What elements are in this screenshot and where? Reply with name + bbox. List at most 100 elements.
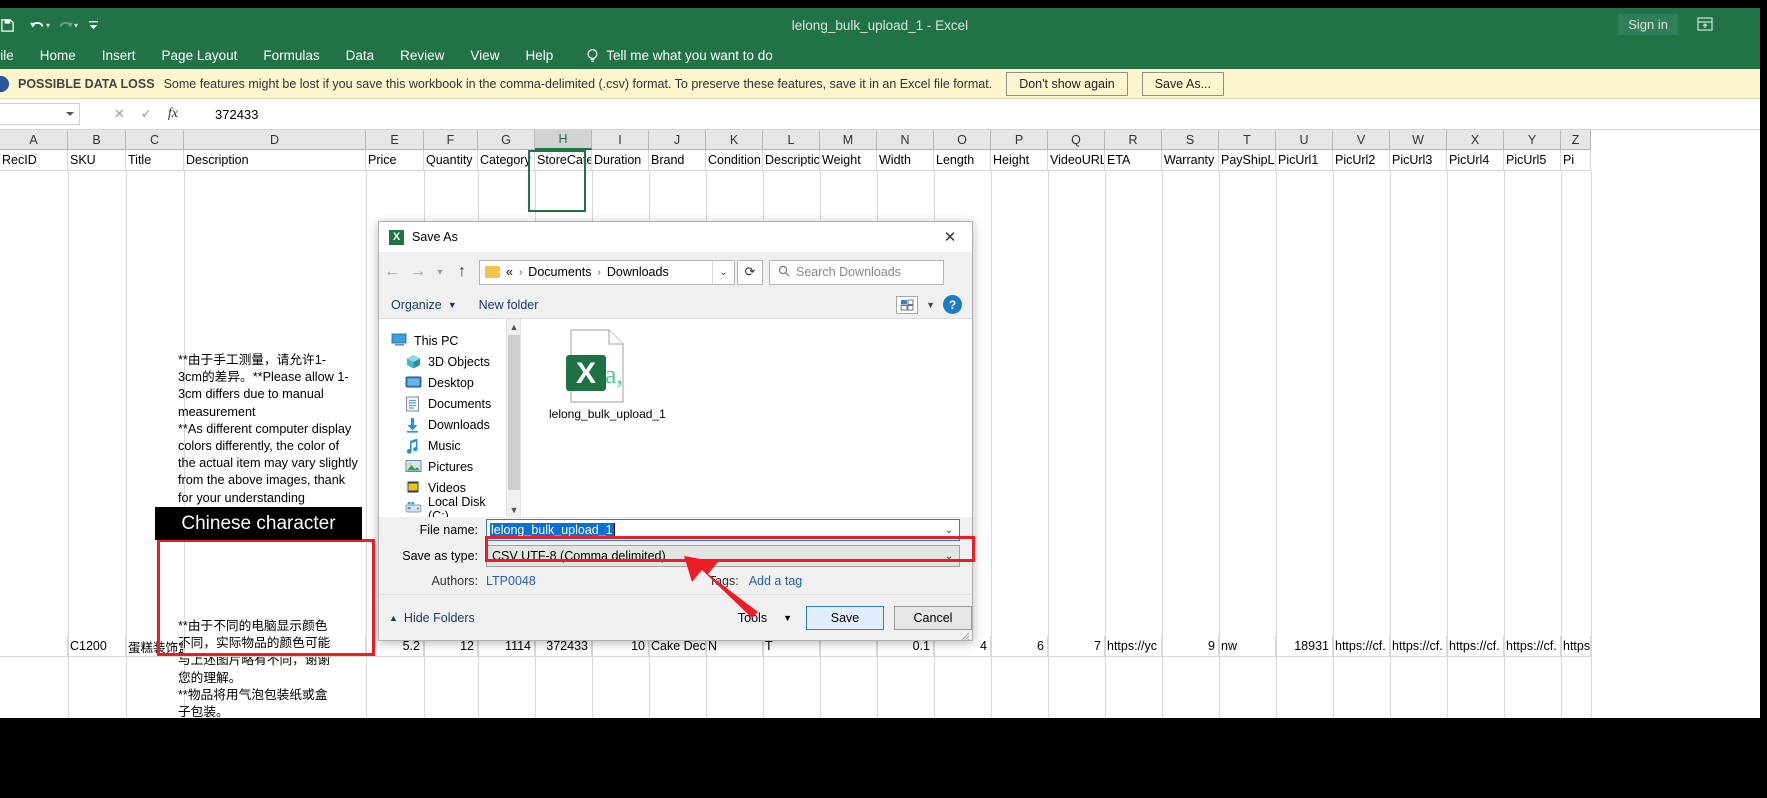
column-header-l[interactable]: L (763, 130, 820, 150)
navigation-scrollbar[interactable]: ▲ ▼ (506, 319, 520, 517)
column-header-i[interactable]: I (592, 130, 649, 150)
resize-grip[interactable] (960, 628, 970, 641)
header-cell-q[interactable]: VideoURL (1048, 150, 1105, 171)
column-header-f[interactable]: F (424, 130, 478, 150)
column-header-z[interactable]: Z (1561, 130, 1591, 150)
formula-input[interactable]: 372433 (210, 103, 1750, 125)
help-icon[interactable]: ? (943, 295, 962, 314)
view-dropdown-icon[interactable]: ▼ (926, 300, 935, 310)
header-cell-i[interactable]: Duration (592, 150, 649, 171)
insert-function-icon[interactable]: fx (168, 106, 178, 122)
header-cell-n[interactable]: Width (877, 150, 934, 171)
list-item[interactable]: X a, lelong_bulk_upload_1 (549, 329, 666, 422)
column-header-s[interactable]: S (1162, 130, 1219, 150)
save-icon[interactable] (0, 11, 22, 39)
scrollbar-thumb[interactable] (508, 335, 520, 490)
column-header-c[interactable]: C (126, 130, 184, 150)
header-cell-g[interactable]: Category (478, 150, 535, 171)
column-header-h[interactable]: H (535, 130, 592, 150)
column-header-v[interactable]: V (1333, 130, 1390, 150)
data-cell-v[interactable]: https://cf. (1333, 636, 1390, 657)
ribbon-tab-file[interactable]: File (0, 42, 27, 69)
cancel-icon[interactable]: ✕ (114, 106, 125, 122)
ribbon-tab-view[interactable]: View (457, 42, 512, 69)
ribbon-tab-review[interactable]: Review (387, 42, 457, 69)
data-cell-y[interactable]: https://cf. (1504, 636, 1561, 657)
sign-in-button[interactable]: Sign in (1618, 14, 1678, 35)
nav-item-pictures[interactable]: Pictures (379, 456, 506, 477)
header-cell-v[interactable]: PicUrl2 (1333, 150, 1390, 171)
data-cell-p[interactable]: 6 (991, 636, 1048, 657)
change-view-icon[interactable] (896, 295, 919, 314)
column-header-x[interactable]: X (1447, 130, 1504, 150)
nav-item-3d-objects[interactable]: 3D Objects (379, 351, 506, 372)
data-cell-q[interactable]: 7 (1048, 636, 1105, 657)
back-arrow-icon[interactable]: ← (379, 258, 405, 286)
header-cell-d[interactable]: Description (184, 150, 366, 171)
save-button[interactable]: Save (806, 605, 884, 630)
data-cell-z[interactable]: https://cf.ht (1561, 636, 1591, 657)
nav-item-documents[interactable]: Documents (379, 393, 506, 414)
header-cell-t[interactable]: PayShipLc (1219, 150, 1276, 171)
header-cell-z[interactable]: Pi (1561, 150, 1591, 171)
header-cell-x[interactable]: PicUrl4 (1447, 150, 1504, 171)
column-header-p[interactable]: P (991, 130, 1048, 150)
ribbon-tab-formulas[interactable]: Formulas (250, 42, 332, 69)
header-cell-y[interactable]: PicUrl5 (1504, 150, 1561, 171)
recent-locations-icon[interactable]: ▾ (431, 258, 449, 286)
selected-cell-h[interactable] (528, 150, 586, 212)
nav-item-this-pc[interactable]: This PC (379, 330, 506, 351)
up-arrow-icon[interactable]: ↑ (449, 258, 475, 286)
header-cell-m[interactable]: Weight (820, 150, 877, 171)
column-header-o[interactable]: O (934, 130, 991, 150)
address-dropdown-icon[interactable]: ⌄ (712, 260, 734, 284)
data-cell-w[interactable]: https://cf. (1390, 636, 1447, 657)
column-header-q[interactable]: Q (1048, 130, 1105, 150)
data-cell-r[interactable]: https://yc (1105, 636, 1162, 657)
column-header-k[interactable]: K (706, 130, 763, 150)
ribbon-tab-insert[interactable]: Insert (89, 42, 149, 69)
nav-item-local-disk-c[interactable]: Local Disk (C:) (379, 495, 506, 523)
file-list-pane[interactable]: X a, lelong_bulk_upload_1 (520, 319, 972, 517)
column-header-t[interactable]: T (1219, 130, 1276, 150)
ribbon-display-options-icon[interactable] (1696, 16, 1714, 32)
data-cell-s[interactable]: 9 (1162, 636, 1219, 657)
ribbon-tab-home[interactable]: Home (27, 42, 89, 69)
header-cell-o[interactable]: Length (934, 150, 991, 171)
column-header-e[interactable]: E (366, 130, 424, 150)
header-cell-b[interactable]: SKU (68, 150, 126, 171)
tell-me-search[interactable]: Tell me what you want to do (586, 48, 773, 63)
column-header-n[interactable]: N (877, 130, 934, 150)
header-cell-f[interactable]: Quantity (424, 150, 478, 171)
header-cell-u[interactable]: PicUrl1 (1276, 150, 1333, 171)
cancel-button[interactable]: Cancel (894, 605, 972, 630)
customize-quick-access-icon[interactable] (78, 11, 108, 39)
nav-item-music[interactable]: Music (379, 435, 506, 456)
authors-value[interactable]: LTP0048 (486, 574, 536, 588)
organize-button[interactable]: Organize ▼ (391, 298, 457, 312)
new-folder-button[interactable]: New folder (479, 298, 539, 312)
refresh-icon[interactable]: ⟳ (737, 259, 763, 285)
header-cell-k[interactable]: Condition (706, 150, 763, 171)
header-cell-r[interactable]: ETA (1105, 150, 1162, 171)
scroll-down-icon[interactable]: ▼ (507, 502, 521, 517)
save-as-button[interactable]: Save As... (1141, 71, 1224, 96)
close-icon[interactable]: ✕ (928, 222, 972, 252)
name-box[interactable] (0, 103, 80, 125)
ribbon-tab-page-layout[interactable]: Page Layout (149, 42, 251, 69)
column-header-a[interactable]: A (0, 130, 68, 150)
breadcrumb-documents[interactable]: Documents (528, 265, 591, 279)
hide-folders-button[interactable]: ▲ Hide Folders (389, 611, 475, 625)
column-header-b[interactable]: B (68, 130, 126, 150)
header-cell-p[interactable]: Height (991, 150, 1048, 171)
data-cell-t[interactable]: nw (1219, 636, 1276, 657)
ribbon-tab-data[interactable]: Data (333, 42, 388, 69)
column-header-y[interactable]: Y (1504, 130, 1561, 150)
header-cell-l[interactable]: Descriptic (763, 150, 820, 171)
data-cell-x[interactable]: https://cf. (1447, 636, 1504, 657)
column-header-j[interactable]: J (649, 130, 706, 150)
data-cell-b[interactable]: C1200 (68, 636, 126, 657)
address-bar[interactable]: « › Documents › Downloads ⌄ (479, 259, 735, 285)
chevron-down-icon[interactable] (66, 112, 74, 116)
header-cell-e[interactable]: Price (366, 150, 424, 171)
